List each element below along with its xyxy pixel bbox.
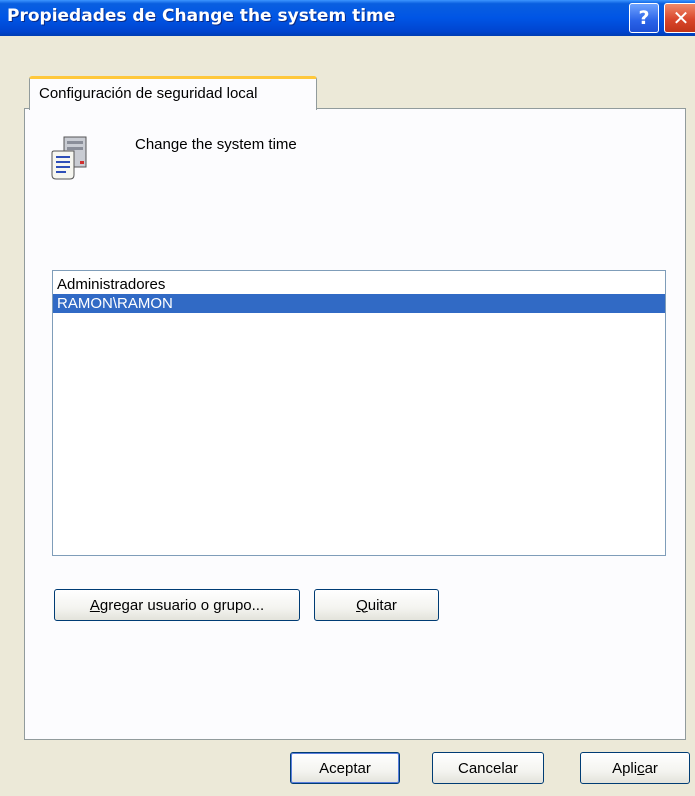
- list-item-administradores[interactable]: Administradores: [53, 275, 665, 294]
- add-user-or-group-button[interactable]: Agregar usuario o grupo...: [54, 589, 300, 621]
- apply-label-suffix: ar: [644, 759, 658, 777]
- title-bar[interactable]: Propiedades de Change the system time ? …: [0, 0, 695, 36]
- apply-label-prefix: Apli: [612, 759, 638, 777]
- add-label: gregar usuario o grupo...: [99, 596, 265, 614]
- tab-label: Configuración de seguridad local: [39, 85, 258, 102]
- window-title: Propiedades de Change the system time: [7, 6, 396, 26]
- tab-panel: Change the system time Administradores R…: [24, 108, 686, 740]
- principals-listbox[interactable]: Administradores RAMON\RAMON: [52, 270, 666, 556]
- apply-button[interactable]: Apli c ar: [580, 752, 690, 784]
- policy-name: Change the system time: [135, 136, 297, 153]
- tab-local-security-setting[interactable]: Configuración de seguridad local: [29, 76, 317, 110]
- help-button[interactable]: ?: [629, 3, 659, 33]
- ok-button[interactable]: Aceptar: [290, 752, 400, 784]
- apply-mnemonic: c: [637, 759, 645, 777]
- policy-document-icon: [51, 136, 87, 180]
- add-mnemonic: A: [89, 596, 100, 614]
- remove-label: uitar: [367, 596, 397, 614]
- list-item-ramon[interactable]: RAMON\RAMON: [53, 294, 665, 313]
- remove-mnemonic: Q: [356, 596, 368, 614]
- cancel-button[interactable]: Cancelar: [432, 752, 544, 784]
- remove-button[interactable]: Quitar: [314, 589, 439, 621]
- close-button[interactable]: ✕: [664, 3, 695, 33]
